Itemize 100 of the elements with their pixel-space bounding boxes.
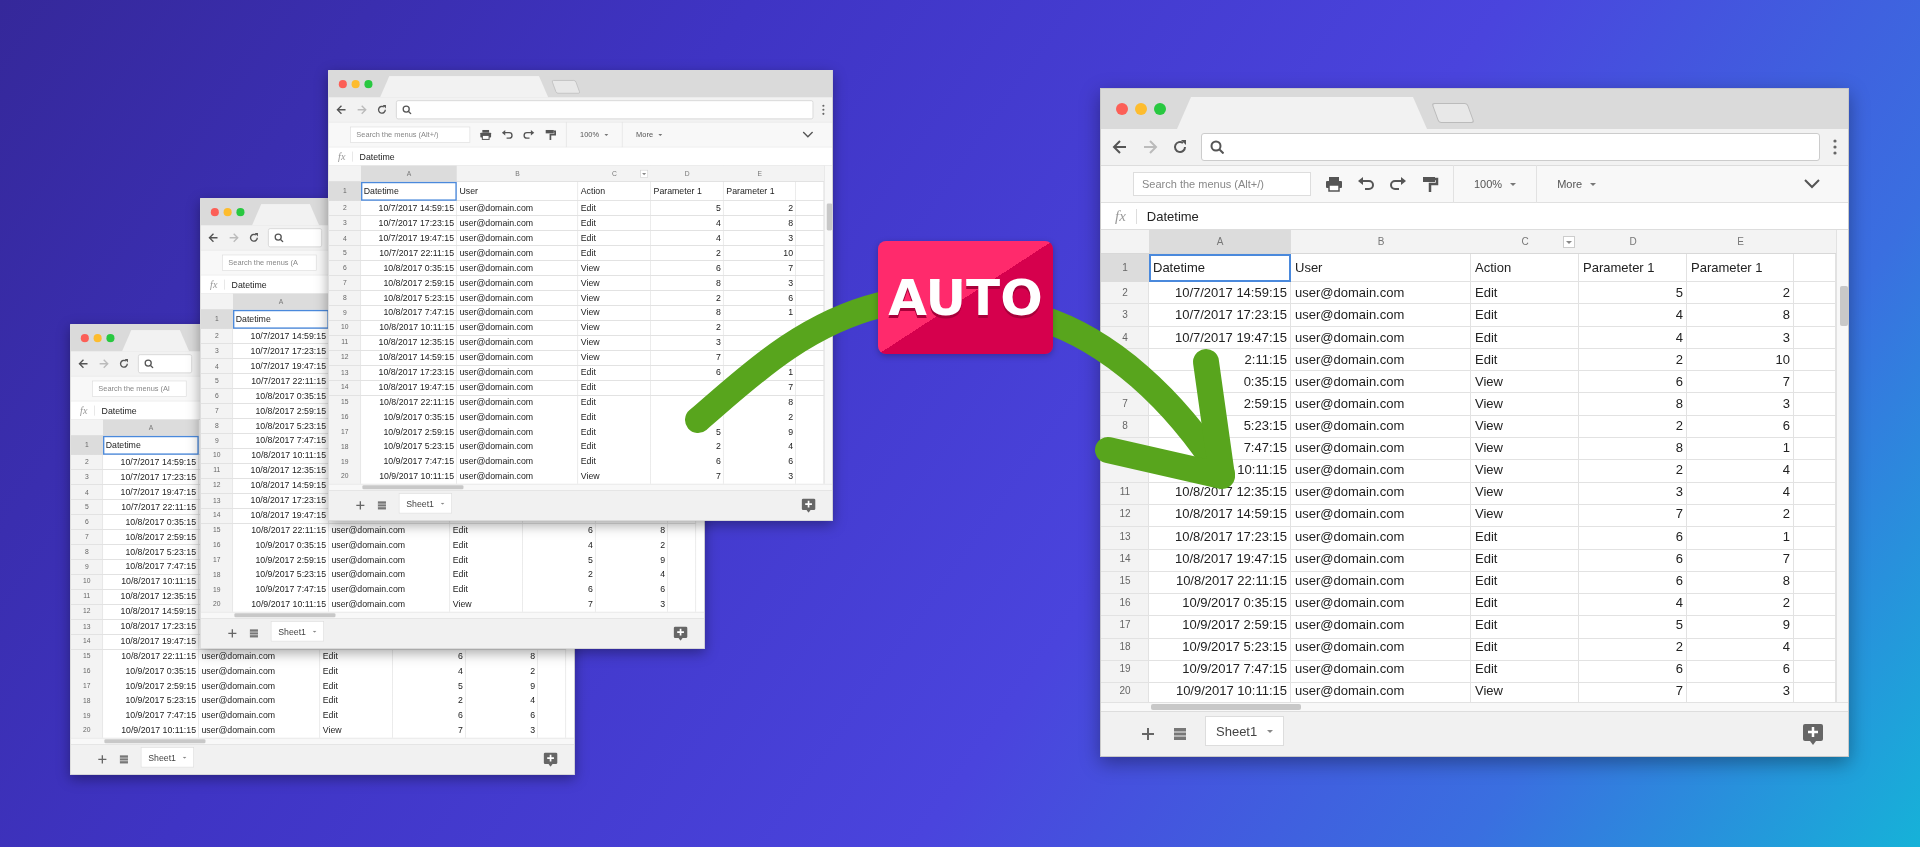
- table-cell-text: 10/8/2017 5:23:15: [254, 419, 328, 433]
- row-number[interactable]: 19: [1101, 657, 1149, 680]
- window-controls-icon[interactable]: [1115, 102, 1167, 116]
- header-cell-text: Parameter 1: [652, 185, 703, 199]
- row-number[interactable]: 18: [1101, 635, 1149, 658]
- row-number[interactable]: 17: [1101, 613, 1149, 636]
- reload-icon[interactable]: [1171, 138, 1189, 156]
- formula-value[interactable]: Datetime: [1135, 208, 1199, 224]
- table-cell-text: user@domain.com: [1294, 483, 1406, 502]
- table-cell-text: user@domain.com: [458, 351, 535, 365]
- horizontal-scrollbar[interactable]: [200, 611, 705, 618]
- row-number[interactable]: 8: [1101, 414, 1149, 437]
- add-icon[interactable]: [355, 500, 366, 511]
- explore-icon[interactable]: [543, 752, 558, 767]
- row-number[interactable]: 2: [1101, 281, 1149, 304]
- zoom-dropdown[interactable]: 100%: [1468, 178, 1523, 190]
- search-icon: [402, 105, 412, 115]
- sheet-tab[interactable]: Sheet1: [270, 621, 325, 642]
- explore-icon[interactable]: [673, 626, 688, 641]
- row-number[interactable]: 13: [1101, 525, 1149, 548]
- redo-icon[interactable]: [522, 128, 535, 141]
- menu-icon[interactable]: [1832, 138, 1838, 156]
- paint-format-icon[interactable]: [1421, 175, 1439, 193]
- address-bar[interactable]: [268, 228, 322, 248]
- horizontal-scrollbar[interactable]: [70, 737, 575, 744]
- address-bar[interactable]: [138, 354, 192, 374]
- window-controls-icon[interactable]: [80, 333, 116, 343]
- row-number[interactable]: 12: [1101, 502, 1149, 525]
- back-icon[interactable]: [77, 357, 90, 370]
- reload-icon[interactable]: [117, 357, 130, 370]
- chevron-down-icon[interactable]: [1804, 179, 1820, 189]
- sheet-list-icon[interactable]: [249, 628, 259, 639]
- window-controls-icon[interactable]: [338, 79, 374, 89]
- redo-icon[interactable]: [1389, 175, 1407, 193]
- row-number[interactable]: 20: [1101, 679, 1149, 702]
- print-icon[interactable]: [1325, 175, 1343, 193]
- chevron-down-icon[interactable]: [802, 131, 814, 139]
- formula-value[interactable]: Datetime: [224, 279, 267, 290]
- sheet-tab[interactable]: Sheet1: [1205, 716, 1285, 746]
- explore-icon[interactable]: [1802, 723, 1824, 745]
- back-icon[interactable]: [335, 103, 348, 116]
- sheet-tab[interactable]: Sheet1: [140, 747, 195, 768]
- caret-icon: [658, 133, 663, 136]
- row-number[interactable]: 1: [1101, 254, 1149, 282]
- row-number[interactable]: 7: [1101, 392, 1149, 415]
- filter-dropdown-icon[interactable]: [640, 169, 649, 178]
- table-cell-text: user@domain.com: [458, 291, 535, 305]
- search-field[interactable]: Search the menus (Alt+/): [1133, 172, 1311, 196]
- explore-icon[interactable]: [801, 498, 816, 513]
- table-cell-text: user@domain.com: [458, 321, 535, 335]
- sheet-list-icon[interactable]: [377, 500, 387, 511]
- formula-value[interactable]: Datetime: [352, 151, 395, 162]
- sheet-list-icon[interactable]: [119, 754, 129, 765]
- reload-icon[interactable]: [375, 103, 388, 116]
- reload-icon[interactable]: [247, 231, 260, 244]
- column-header[interactable]: C: [1471, 230, 1579, 253]
- sheet-tab[interactable]: Sheet1: [398, 493, 453, 514]
- table-cell-text: 10/7/2017 22:11:15: [120, 500, 198, 514]
- add-icon[interactable]: [227, 628, 238, 639]
- horizontal-scrollbar[interactable]: [1101, 702, 1848, 711]
- paint-format-icon[interactable]: [544, 128, 557, 141]
- table-cell-text: 10/8/2017 0:35:15: [254, 389, 328, 403]
- formula-value[interactable]: Datetime: [94, 405, 137, 416]
- caret-icon: [1590, 182, 1597, 186]
- row-number[interactable]: 4: [1101, 326, 1149, 349]
- row-number[interactable]: 14: [1101, 547, 1149, 570]
- table-cell-text: 0:35:15: [1242, 372, 1288, 391]
- vertical-scrollbar[interactable]: [1836, 230, 1848, 702]
- back-icon[interactable]: [207, 231, 220, 244]
- back-icon[interactable]: [1111, 138, 1129, 156]
- add-icon[interactable]: [97, 754, 108, 765]
- filter-dropdown-icon[interactable]: [1563, 235, 1575, 248]
- row-number[interactable]: 3: [1101, 303, 1149, 326]
- table-cell-text: user@domain.com: [1294, 417, 1406, 435]
- column-header[interactable]: B: [1291, 230, 1471, 253]
- table-cell-text: 10/8/2017 7:47:15: [254, 434, 328, 448]
- row-number[interactable]: 11: [1101, 480, 1149, 503]
- undo-icon[interactable]: [501, 128, 514, 141]
- add-icon[interactable]: [1141, 727, 1155, 741]
- table-cell-text: Edit: [451, 568, 469, 582]
- table-cell-text: user@domain.com: [1294, 328, 1406, 347]
- table-cell-text: 1: [1781, 527, 1791, 546]
- column-header[interactable]: A: [1149, 230, 1291, 253]
- table-cell-text: 10/8/2017 17:23:15: [377, 365, 456, 380]
- menu-icon[interactable]: [821, 103, 826, 116]
- horizontal-scrollbar[interactable]: [328, 483, 833, 490]
- column-header[interactable]: D: [1579, 230, 1687, 253]
- table-cell-text: Edit: [1474, 284, 1499, 303]
- undo-icon[interactable]: [1357, 175, 1375, 193]
- column-header[interactable]: E: [1687, 230, 1794, 253]
- table-cell-text: user@domain.com: [1294, 284, 1406, 303]
- more-dropdown[interactable]: More: [1551, 178, 1603, 190]
- window-controls-icon[interactable]: [210, 207, 246, 217]
- row-number[interactable]: 16: [1101, 591, 1149, 614]
- table-cell-text: 10/9/2017 5:23:15: [254, 568, 328, 582]
- table-cell-text: 10/8/2017 14:59:15: [119, 605, 198, 619]
- sheet-list-icon[interactable]: [1173, 727, 1187, 741]
- print-icon[interactable]: [479, 128, 492, 141]
- vertical-scrollbar[interactable]: [824, 165, 833, 484]
- row-number[interactable]: 15: [1101, 569, 1149, 592]
